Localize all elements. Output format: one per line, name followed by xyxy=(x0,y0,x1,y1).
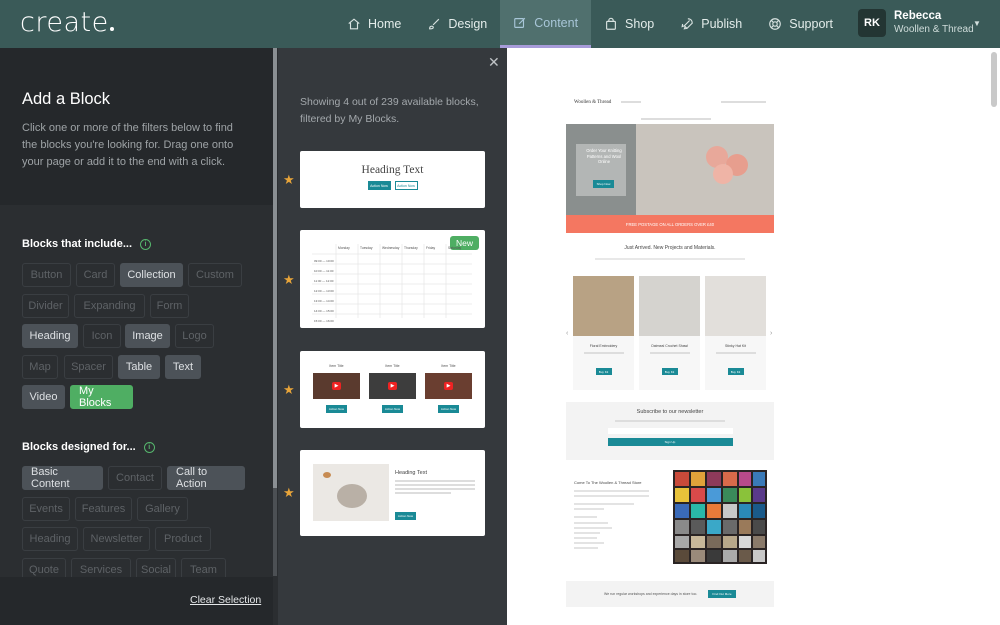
video-thumbnail: ▶ xyxy=(425,373,472,399)
star-icon: ★ xyxy=(283,172,295,187)
filter-map[interactable]: Map xyxy=(22,355,58,379)
create-logo[interactable]: create xyxy=(20,7,114,38)
nav-publish[interactable]: Publish xyxy=(667,0,755,48)
nav-home[interactable]: Home xyxy=(334,0,414,48)
site-name: Woollen & Thread xyxy=(894,24,974,35)
product-image xyxy=(313,464,389,521)
preview-workshops: We run regular workshops and experience … xyxy=(566,581,774,607)
star-icon: ★ xyxy=(283,382,295,397)
filter-divider[interactable]: Divider xyxy=(22,294,69,318)
shopping-bag-icon xyxy=(606,17,616,30)
filter-logo[interactable]: Logo xyxy=(175,324,214,348)
user-name: Rebecca xyxy=(894,10,942,22)
left-scrollbar[interactable] xyxy=(273,48,277,576)
filter-table[interactable]: Table xyxy=(118,355,160,379)
filter-button[interactable]: Button xyxy=(22,263,71,287)
filter-video[interactable]: Video xyxy=(22,385,65,409)
filter-basic-content[interactable]: Basic Content xyxy=(22,466,103,490)
rocket-icon xyxy=(681,18,694,30)
video-thumbnail: ▶ xyxy=(313,373,360,399)
chevron-down-icon: ▼ xyxy=(973,19,981,28)
play-icon: ▶ xyxy=(331,382,342,390)
results-status: Showing 4 out of 239 available blocks, f… xyxy=(300,96,479,125)
info-icon[interactable]: i xyxy=(143,441,155,453)
filter-collection[interactable]: Collection xyxy=(120,263,183,287)
play-icon: ▶ xyxy=(443,382,454,390)
designed-section-title: Blocks designed for... i xyxy=(22,441,155,453)
chevron-left-icon[interactable]: ‹ xyxy=(566,330,568,337)
info-icon[interactable]: i xyxy=(140,238,152,250)
video-thumbnail: ▶ xyxy=(369,373,416,399)
filter-image[interactable]: Image xyxy=(125,324,170,348)
close-icon[interactable]: ✕ xyxy=(488,54,500,71)
block-card-heading[interactable]: Heading Text Action Now Action Now xyxy=(300,151,485,208)
edit-icon xyxy=(514,17,526,28)
preview-hero: Order Your Knitting Patterns and Wool On… xyxy=(566,124,774,215)
play-icon: ▶ xyxy=(387,382,398,390)
filter-form[interactable]: Form xyxy=(150,294,189,318)
nav-support[interactable]: Support xyxy=(755,0,846,48)
brush-icon xyxy=(429,18,440,30)
top-navigation: create Home Design Content Shop Publish … xyxy=(0,0,1000,48)
filter-events[interactable]: Events xyxy=(22,497,70,521)
yarn-shelves-image xyxy=(673,470,767,564)
filter-contact[interactable]: Contact xyxy=(108,466,162,490)
preview-header: Woollen & Thread xyxy=(566,100,774,120)
filter-card[interactable]: Card xyxy=(76,263,115,287)
filter-gallery[interactable]: Gallery xyxy=(137,497,188,521)
filter-heading-design[interactable]: Heading xyxy=(22,527,78,551)
block-card-video[interactable]: Item Title Item Title Item Title ▶ ▶ ▶ A… xyxy=(300,351,485,428)
main-nav: Home Design Content Shop Publish Support xyxy=(334,0,846,48)
block-card-image-text[interactable]: Heading Text Action Now xyxy=(300,450,485,536)
filter-heading[interactable]: Heading xyxy=(22,324,78,348)
preview-store: Come To The Woollen & Thread Store xyxy=(566,470,774,568)
home-icon xyxy=(348,18,360,30)
preview-arrivals-title: Just Arrived. New Projects and Materials… xyxy=(624,245,716,251)
filter-features[interactable]: Features xyxy=(75,497,132,521)
panel-footer: Clear Selection xyxy=(0,577,273,625)
product-card[interactable]: Stinky Hat Kit Buy Kit xyxy=(705,276,766,390)
product-card[interactable]: Floral Embroidery Buy Kit xyxy=(573,276,634,390)
avatar: RK xyxy=(858,9,886,37)
filter-newsletter[interactable]: Newsletter xyxy=(83,527,150,551)
preview-newsletter: Subscribe to our newsletter Sign Up xyxy=(566,402,774,460)
filter-product[interactable]: Product xyxy=(155,527,211,551)
nav-design[interactable]: Design xyxy=(414,0,500,48)
chevron-right-icon[interactable]: › xyxy=(770,330,772,337)
user-menu[interactable]: RK Rebecca Woollen & Thread ▼ xyxy=(858,9,981,37)
panel-title: Add a Block xyxy=(22,90,111,108)
clear-selection-link[interactable]: Clear Selection xyxy=(190,594,261,606)
results-panel: ✕ Showing 4 out of 239 available blocks,… xyxy=(278,48,507,625)
filter-custom[interactable]: Custom xyxy=(188,263,242,287)
panel-description: Click one or more of the filters below t… xyxy=(22,122,234,168)
lifebuoy-icon xyxy=(769,18,782,30)
include-section-title: Blocks that include... i xyxy=(22,238,152,250)
star-icon: ★ xyxy=(283,272,295,287)
preview-banner: FREE POSTAGE ON ALL ORDERS OVER £40 xyxy=(566,215,774,233)
star-icon: ★ xyxy=(283,485,295,500)
filter-call-to-action[interactable]: Call to Action xyxy=(167,466,245,490)
filter-spacer[interactable]: Spacer xyxy=(64,355,113,379)
filter-text[interactable]: Text xyxy=(165,355,201,379)
nav-shop[interactable]: Shop xyxy=(591,0,667,48)
add-block-panel: Add a Block Click one or more of the fil… xyxy=(0,48,277,625)
block-card-table[interactable]: New Monday Tuesday Wednesday Thursday Friday… xyxy=(300,230,485,328)
product-card[interactable]: Oatmeal Crochet Shawl Buy Kit xyxy=(639,276,700,390)
nav-content[interactable]: Content xyxy=(500,0,592,48)
preview-scrollbar[interactable] xyxy=(991,52,997,107)
filter-expanding[interactable]: Expanding xyxy=(74,294,145,318)
filter-my-blocks[interactable]: My Blocks xyxy=(70,385,133,409)
filter-icon[interactable]: Icon xyxy=(83,324,121,348)
